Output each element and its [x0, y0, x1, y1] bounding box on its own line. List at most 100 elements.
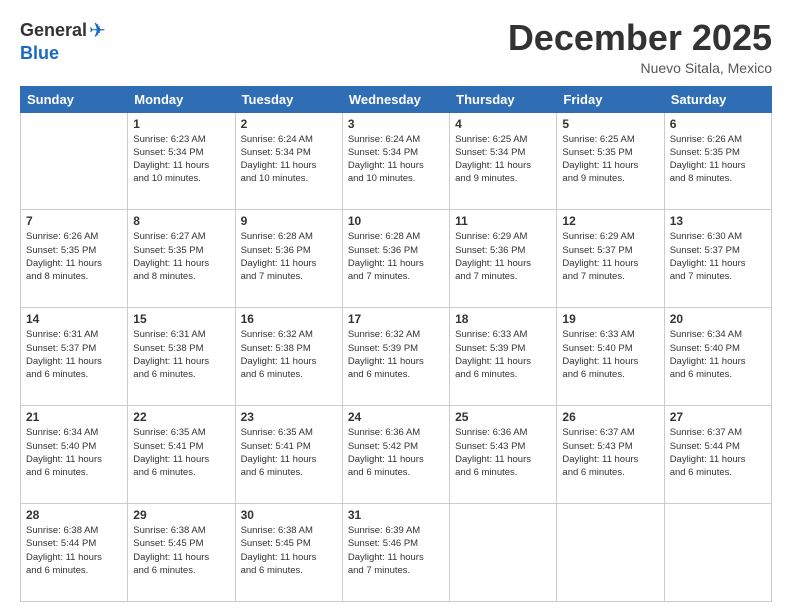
col-monday: Monday: [128, 86, 235, 112]
table-row: 8 Sunrise: 6:27 AM Sunset: 5:35 PM Daylig…: [128, 210, 235, 308]
day-info: Sunrise: 6:35 AM Sunset: 5:41 PM Dayligh…: [133, 426, 229, 479]
day-number: 24: [348, 410, 444, 424]
day-number: 27: [670, 410, 766, 424]
day-info: Sunrise: 6:23 AM Sunset: 5:34 PM Dayligh…: [133, 133, 229, 186]
table-row: 21Sunrise: 6:34 AM Sunset: 5:40 PM Dayli…: [21, 406, 128, 504]
logo-blue: Blue: [20, 43, 59, 64]
day-number: 13: [670, 214, 766, 228]
day-number: 8: [133, 214, 229, 228]
calendar-table: Sunday Monday Tuesday Wednesday Thursday…: [20, 86, 772, 602]
logo: General ✈ Blue: [20, 18, 106, 64]
day-info: Sunrise: 6:34 AM Sunset: 5:40 PM Dayligh…: [670, 328, 766, 381]
table-row: 12 Sunrise: 6:29 AM Sunset: 5:37 PM Dayli…: [557, 210, 664, 308]
table-row: 19 Sunrise: 6:33 AM Sunset: 5:40 PM Dayli…: [557, 308, 664, 406]
table-row: 4Sunrise: 6:25 AM Sunset: 5:34 PM Daylig…: [450, 112, 557, 210]
table-row: 24 Sunrise: 6:36 AM Sunset: 5:42 PM Dayli…: [342, 406, 449, 504]
table-row: [557, 504, 664, 602]
day-number: 29: [133, 508, 229, 522]
day-number: 3: [348, 117, 444, 131]
day-info: Sunrise: 6:35 AM Sunset: 5:41 PM Dayligh…: [241, 426, 337, 479]
header: General ✈ Blue December 2025 Nuevo Sital…: [20, 18, 772, 76]
day-info: Sunrise: 6:31 AM Sunset: 5:37 PM Dayligh…: [26, 328, 122, 381]
day-number: 25: [455, 410, 551, 424]
table-row: 13 Sunrise: 6:30 AM Sunset: 5:37 PM Dayli…: [664, 210, 771, 308]
col-thursday: Thursday: [450, 86, 557, 112]
col-friday: Friday: [557, 86, 664, 112]
title-block: December 2025 Nuevo Sitala, Mexico: [508, 18, 772, 76]
col-wednesday: Wednesday: [342, 86, 449, 112]
day-info: Sunrise: 6:28 AM Sunset: 5:36 PM Dayligh…: [348, 230, 444, 283]
day-info: Sunrise: 6:38 AM Sunset: 5:45 PM Dayligh…: [133, 524, 229, 577]
table-row: 22Sunrise: 6:35 AM Sunset: 5:41 PM Dayli…: [128, 406, 235, 504]
table-row: 17 Sunrise: 6:32 AM Sunset: 5:39 PM Dayli…: [342, 308, 449, 406]
day-info: Sunrise: 6:39 AM Sunset: 5:46 PM Dayligh…: [348, 524, 444, 577]
table-row: [450, 504, 557, 602]
day-info: Sunrise: 6:38 AM Sunset: 5:44 PM Dayligh…: [26, 524, 122, 577]
day-number: 12: [562, 214, 658, 228]
table-row: 9 Sunrise: 6:28 AM Sunset: 5:36 PM Daylig…: [235, 210, 342, 308]
day-info: Sunrise: 6:32 AM Sunset: 5:38 PM Dayligh…: [241, 328, 337, 381]
location: Nuevo Sitala, Mexico: [508, 60, 772, 76]
logo-general: General: [20, 20, 87, 41]
day-info: Sunrise: 6:36 AM Sunset: 5:42 PM Dayligh…: [348, 426, 444, 479]
day-number: 6: [670, 117, 766, 131]
day-info: Sunrise: 6:24 AM Sunset: 5:34 PM Dayligh…: [348, 133, 444, 186]
table-row: 20 Sunrise: 6:34 AM Sunset: 5:40 PM Dayli…: [664, 308, 771, 406]
day-info: Sunrise: 6:31 AM Sunset: 5:38 PM Dayligh…: [133, 328, 229, 381]
day-number: 2: [241, 117, 337, 131]
col-tuesday: Tuesday: [235, 86, 342, 112]
day-number: 9: [241, 214, 337, 228]
day-info: Sunrise: 6:28 AM Sunset: 5:36 PM Dayligh…: [241, 230, 337, 283]
day-number: 4: [455, 117, 551, 131]
day-number: 18: [455, 312, 551, 326]
day-info: Sunrise: 6:30 AM Sunset: 5:37 PM Dayligh…: [670, 230, 766, 283]
day-info: Sunrise: 6:33 AM Sunset: 5:39 PM Dayligh…: [455, 328, 551, 381]
table-row: 23 Sunrise: 6:35 AM Sunset: 5:41 PM Dayli…: [235, 406, 342, 504]
day-info: Sunrise: 6:29 AM Sunset: 5:36 PM Dayligh…: [455, 230, 551, 283]
day-number: 26: [562, 410, 658, 424]
day-number: 14: [26, 312, 122, 326]
day-number: 1: [133, 117, 229, 131]
calendar-week-row: 21Sunrise: 6:34 AM Sunset: 5:40 PM Dayli…: [21, 406, 772, 504]
table-row: 29 Sunrise: 6:38 AM Sunset: 5:45 PM Dayli…: [128, 504, 235, 602]
day-number: 31: [348, 508, 444, 522]
logo-bird-icon: ✈: [89, 18, 106, 43]
day-number: 20: [670, 312, 766, 326]
table-row: 11 Sunrise: 6:29 AM Sunset: 5:36 PM Dayli…: [450, 210, 557, 308]
table-row: 5Sunrise: 6:25 AM Sunset: 5:35 PM Daylig…: [557, 112, 664, 210]
table-row: 25 Sunrise: 6:36 AM Sunset: 5:43 PM Dayli…: [450, 406, 557, 504]
table-row: 26 Sunrise: 6:37 AM Sunset: 5:43 PM Dayli…: [557, 406, 664, 504]
day-number: 30: [241, 508, 337, 522]
day-info: Sunrise: 6:38 AM Sunset: 5:45 PM Dayligh…: [241, 524, 337, 577]
col-sunday: Sunday: [21, 86, 128, 112]
calendar-week-row: 28 Sunrise: 6:38 AM Sunset: 5:44 PM Dayli…: [21, 504, 772, 602]
table-row: 30 Sunrise: 6:38 AM Sunset: 5:45 PM Dayli…: [235, 504, 342, 602]
day-info: Sunrise: 6:25 AM Sunset: 5:35 PM Dayligh…: [562, 133, 658, 186]
table-row: 28 Sunrise: 6:38 AM Sunset: 5:44 PM Dayli…: [21, 504, 128, 602]
day-info: Sunrise: 6:27 AM Sunset: 5:35 PM Dayligh…: [133, 230, 229, 283]
table-row: 16Sunrise: 6:32 AM Sunset: 5:38 PM Dayli…: [235, 308, 342, 406]
table-row: 18 Sunrise: 6:33 AM Sunset: 5:39 PM Dayli…: [450, 308, 557, 406]
day-info: Sunrise: 6:37 AM Sunset: 5:44 PM Dayligh…: [670, 426, 766, 479]
day-number: 23: [241, 410, 337, 424]
day-info: Sunrise: 6:29 AM Sunset: 5:37 PM Dayligh…: [562, 230, 658, 283]
table-row: 6Sunrise: 6:26 AM Sunset: 5:35 PM Daylig…: [664, 112, 771, 210]
calendar-week-row: 14 Sunrise: 6:31 AM Sunset: 5:37 PM Dayli…: [21, 308, 772, 406]
day-number: 28: [26, 508, 122, 522]
col-saturday: Saturday: [664, 86, 771, 112]
table-row: 7 Sunrise: 6:26 AM Sunset: 5:35 PM Daylig…: [21, 210, 128, 308]
day-info: Sunrise: 6:32 AM Sunset: 5:39 PM Dayligh…: [348, 328, 444, 381]
day-info: Sunrise: 6:33 AM Sunset: 5:40 PM Dayligh…: [562, 328, 658, 381]
day-number: 17: [348, 312, 444, 326]
day-info: Sunrise: 6:36 AM Sunset: 5:43 PM Dayligh…: [455, 426, 551, 479]
day-number: 7: [26, 214, 122, 228]
table-row: 14 Sunrise: 6:31 AM Sunset: 5:37 PM Dayli…: [21, 308, 128, 406]
day-info: Sunrise: 6:37 AM Sunset: 5:43 PM Dayligh…: [562, 426, 658, 479]
table-row: 15Sunrise: 6:31 AM Sunset: 5:38 PM Dayli…: [128, 308, 235, 406]
page: General ✈ Blue December 2025 Nuevo Sital…: [0, 0, 792, 612]
day-info: Sunrise: 6:26 AM Sunset: 5:35 PM Dayligh…: [26, 230, 122, 283]
day-number: 11: [455, 214, 551, 228]
table-row: 31 Sunrise: 6:39 AM Sunset: 5:46 PM Dayli…: [342, 504, 449, 602]
month-title: December 2025: [508, 18, 772, 58]
day-number: 19: [562, 312, 658, 326]
